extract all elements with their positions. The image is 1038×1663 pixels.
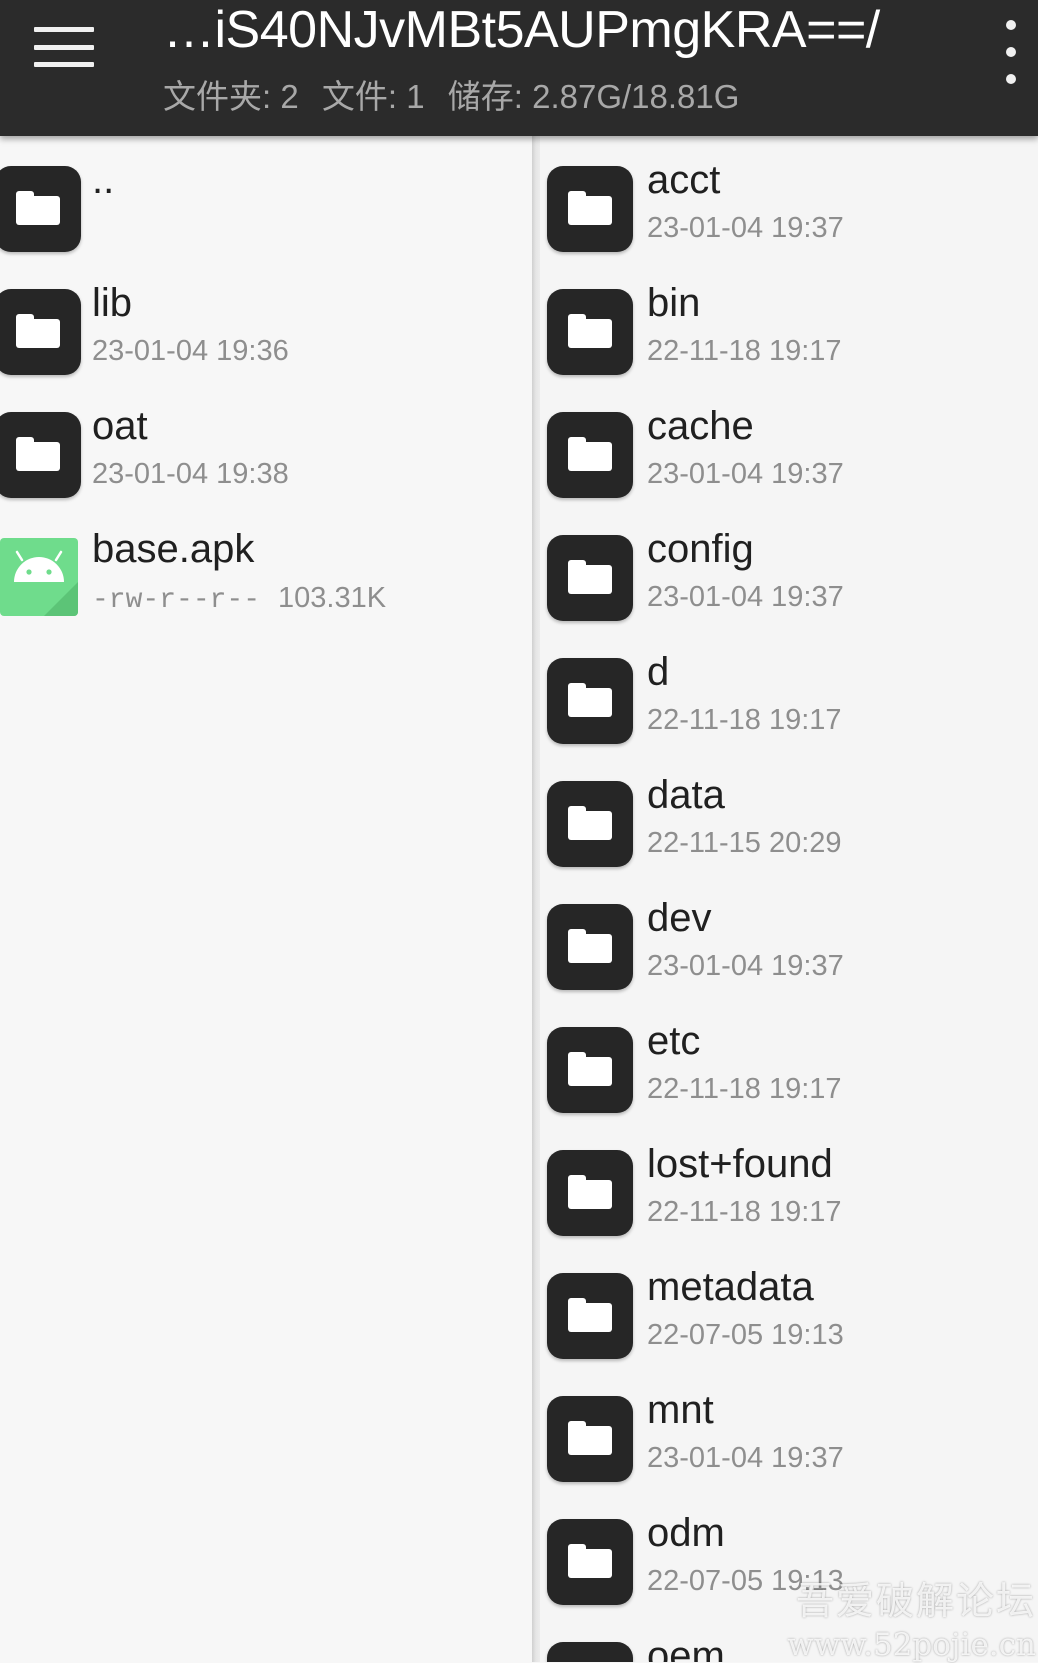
folder-icon <box>547 535 633 621</box>
list-item-data[interactable]: data 22-11-15 20:29 <box>540 761 1038 884</box>
file-name: oat <box>92 404 148 448</box>
folder-count: 文件夹: 2 <box>163 78 299 115</box>
folder-icon <box>547 904 633 990</box>
file-count: 文件: 1 <box>321 78 425 115</box>
list-item-bin[interactable]: bin 22-11-18 19:17 <box>540 269 1038 392</box>
list-item-config[interactable]: config 23-01-04 19:37 <box>540 515 1038 638</box>
list-item-d[interactable]: d 22-11-18 19:17 <box>540 638 1038 761</box>
list-item-lost-found[interactable]: lost+found 22-11-18 19:17 <box>540 1130 1038 1253</box>
list-item-lib[interactable]: lib 23-01-04 19:36 <box>0 269 532 392</box>
file-date: 23-01-04 19:37 <box>647 458 844 490</box>
folder-icon <box>547 166 633 252</box>
right-file-pane[interactable]: acct 23-01-04 19:37 bin 22-11-18 19:17 c… <box>540 136 1038 1662</box>
left-file-pane[interactable]: .. lib 23-01-04 19:36 oat 23-01-04 19:38… <box>0 136 532 1662</box>
list-item-etc[interactable]: etc 22-11-18 19:17 <box>540 1007 1038 1130</box>
file-date: 23-01-04 19:37 <box>647 581 844 613</box>
folder-icon <box>0 166 81 252</box>
android-apk-icon <box>0 538 78 616</box>
folder-icon <box>547 1027 633 1113</box>
file-name: lost+found <box>647 1142 833 1186</box>
file-name: .. <box>92 158 115 202</box>
list-item-acct[interactable]: acct 23-01-04 19:37 <box>540 146 1038 269</box>
list-item-base-apk[interactable]: base.apk -rw-r--r-- 103.31K <box>0 515 532 638</box>
file-size: 103.31K <box>278 582 387 614</box>
file-name: metadata <box>647 1265 814 1309</box>
file-name: mnt <box>647 1388 714 1432</box>
list-item-odm[interactable]: odm 22-07-05 19:13 <box>540 1499 1038 1622</box>
storage-usage: 储存: 2.87G/18.81G <box>447 78 740 115</box>
file-permissions: -rw-r--r-- <box>92 585 261 616</box>
file-details: -rw-r--r-- 103.31K <box>92 582 386 616</box>
folder-icon <box>547 1150 633 1236</box>
file-name: etc <box>647 1019 701 1063</box>
file-date: 23-01-04 19:37 <box>647 1442 844 1474</box>
file-date: 22-07-05 19:13 <box>647 1319 844 1351</box>
file-date: 22-11-18 19:17 <box>647 704 842 736</box>
pane-divider[interactable] <box>532 136 540 1662</box>
app-bar: …iS40NJvMBt5AUPmgKRA==/ 文件夹: 2 文件: 1 储存:… <box>0 0 1038 136</box>
path-title: …iS40NJvMBt5AUPmgKRA==/ <box>163 1 880 59</box>
file-name: cache <box>647 404 754 448</box>
file-date: 23-01-04 19:36 <box>92 335 289 367</box>
folder-icon <box>547 1519 633 1605</box>
file-date: 22-11-18 19:17 <box>647 335 842 367</box>
list-item-metadata[interactable]: metadata 22-07-05 19:13 <box>540 1253 1038 1376</box>
file-name: dev <box>647 896 712 940</box>
file-name: config <box>647 527 754 571</box>
hamburger-menu-icon[interactable] <box>28 22 100 72</box>
file-name: d <box>647 650 670 694</box>
file-date: 23-01-04 19:37 <box>647 950 844 982</box>
more-options-icon[interactable] <box>996 20 1026 84</box>
folder-icon <box>0 412 81 498</box>
folder-icon <box>0 289 81 375</box>
file-date: 22-11-18 19:17 <box>647 1196 842 1228</box>
list-item-parent-dir[interactable]: .. <box>0 146 532 269</box>
directory-stats: 文件夹: 2 文件: 1 储存: 2.87G/18.81G <box>163 70 753 118</box>
folder-icon <box>547 289 633 375</box>
list-item-oem[interactable]: oem <box>540 1622 1038 1662</box>
file-name: odm <box>647 1511 725 1555</box>
file-name: oem <box>647 1634 725 1662</box>
folder-icon <box>547 1642 633 1662</box>
folder-icon <box>547 1396 633 1482</box>
file-name: acct <box>647 158 721 202</box>
file-date: 22-11-18 19:17 <box>647 1073 842 1105</box>
folder-icon <box>547 412 633 498</box>
file-name: lib <box>92 281 133 325</box>
list-item-dev[interactable]: dev 23-01-04 19:37 <box>540 884 1038 1007</box>
file-date: 22-07-05 19:13 <box>647 1565 844 1597</box>
list-item-oat[interactable]: oat 23-01-04 19:38 <box>0 392 532 515</box>
folder-icon <box>547 781 633 867</box>
file-date: 23-01-04 19:38 <box>92 458 289 490</box>
file-name: data <box>647 773 725 817</box>
list-item-cache[interactable]: cache 23-01-04 19:37 <box>540 392 1038 515</box>
folder-icon <box>547 658 633 744</box>
file-date: 22-11-15 20:29 <box>647 827 842 859</box>
file-name: bin <box>647 281 701 325</box>
folder-icon <box>547 1273 633 1359</box>
file-name: base.apk <box>92 527 255 571</box>
list-item-mnt[interactable]: mnt 23-01-04 19:37 <box>540 1376 1038 1499</box>
file-date: 23-01-04 19:37 <box>647 212 844 244</box>
